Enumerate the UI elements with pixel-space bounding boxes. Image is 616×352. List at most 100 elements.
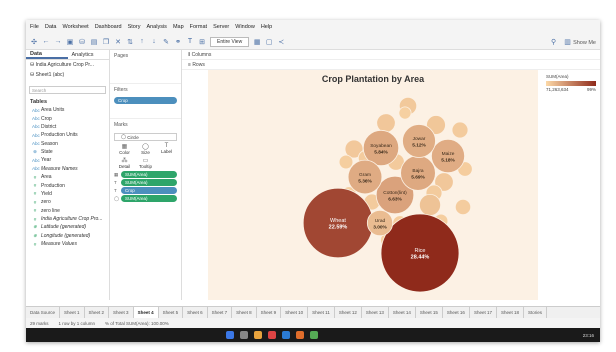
sheet-tab[interactable]: Data Source	[26, 307, 61, 318]
sheet-tab[interactable]: Sheet 17	[470, 307, 497, 318]
field-item[interactable]: Abc Season	[26, 140, 109, 148]
columns-shelf[interactable]: ⦀ Columns	[182, 50, 600, 60]
datasource-item[interactable]: ⛁ Sheet1 (abc)	[26, 70, 109, 80]
menu-item-data[interactable]: Data	[45, 24, 57, 30]
presentation-icon[interactable]: ▢	[265, 38, 273, 46]
field-item[interactable]: ⊕ State	[26, 148, 109, 156]
field-item[interactable]: ⊕ Longitude (generated)	[26, 232, 109, 240]
tableau-taskbar-icon[interactable]	[296, 331, 304, 339]
tab-data[interactable]: Data	[26, 50, 68, 59]
sheet-tab[interactable]: Sheet 11	[308, 307, 335, 318]
mark-color-button[interactable]: ▦ Color	[114, 143, 135, 155]
save-icon[interactable]: ▣	[66, 38, 74, 46]
field-search-input[interactable]: Search	[29, 86, 106, 94]
menu-item-map[interactable]: Map	[173, 24, 184, 30]
sheet-tab[interactable]: Sheet 5	[159, 307, 184, 318]
field-item[interactable]: # Production	[26, 181, 109, 189]
field-item[interactable]: # zero	[26, 198, 109, 206]
duplicate-icon[interactable]: ❐	[102, 38, 110, 46]
mark-type-select[interactable]: ◯ Circle	[114, 133, 177, 141]
sheet-tab[interactable]: Sheet 7	[208, 307, 233, 318]
mark-label-button[interactable]: T Label	[156, 143, 177, 155]
swap-icon[interactable]: ⇅	[126, 38, 134, 46]
field-item[interactable]: Abc Production Units	[26, 131, 109, 139]
cards-icon[interactable]: ▦	[253, 38, 261, 46]
mark-pill[interactable]: SUM(Area)	[121, 179, 177, 186]
mark-pill[interactable]: Crop	[121, 187, 177, 194]
labels-icon[interactable]: T	[186, 38, 194, 45]
field-item[interactable]: Abc District	[26, 123, 109, 131]
field-item[interactable]: # zero line	[26, 207, 109, 215]
sheet-tab[interactable]: Sheet 2	[85, 307, 110, 318]
sheet-tab[interactable]: Stories	[524, 307, 547, 318]
field-item[interactable]: Abc Area Units	[26, 106, 109, 114]
view-size-select[interactable]: Entire View	[210, 36, 250, 47]
new-datasource-icon[interactable]: ⛁	[78, 38, 86, 46]
menu-item-analysis[interactable]: Analysis	[146, 24, 166, 30]
filters-drop-zone[interactable]	[110, 105, 181, 119]
field-item[interactable]: ⊕ Latitude (generated)	[26, 223, 109, 231]
sort-desc-icon[interactable]: ↓	[150, 38, 158, 45]
sheet-tab[interactable]: Sheet 15	[416, 307, 443, 318]
sheet-tab[interactable]: Sheet 10	[281, 307, 309, 318]
sort-asc-icon[interactable]: ↑	[138, 38, 146, 45]
clear-icon[interactable]: ✕	[114, 38, 122, 46]
field-item[interactable]: # Yield	[26, 190, 109, 198]
sheet-tab[interactable]: Sheet 14	[389, 307, 416, 318]
menu-item-dashboard[interactable]: Dashboard	[95, 24, 122, 30]
group-icon[interactable]: ⚭	[174, 38, 182, 46]
sheet-tab[interactable]: Sheet 6	[183, 307, 208, 318]
mark-tooltip-button[interactable]: ▭ Tooltip	[135, 157, 156, 169]
filter-pill-crop[interactable]: Crop	[114, 97, 177, 104]
sheet-tab[interactable]: Sheet 3	[109, 307, 134, 318]
sheet-tab[interactable]: Sheet 9	[257, 307, 282, 318]
mark-pill[interactable]: SUM(Area)	[121, 171, 177, 178]
mark-detail-button[interactable]: ⁂ Detail	[114, 157, 135, 169]
menu-item-format[interactable]: Format	[190, 24, 207, 30]
sheet-tab[interactable]: Sheet 4	[133, 307, 159, 318]
sheet-tab[interactable]: Sheet 16	[443, 307, 470, 318]
mail-icon[interactable]	[282, 331, 290, 339]
browser-icon[interactable]	[268, 331, 276, 339]
field-item[interactable]: Abc Measure Names	[26, 165, 109, 173]
bubble-other[interactable]	[454, 198, 472, 216]
show-me-button[interactable]: ▥ Show Me	[564, 38, 596, 46]
menu-item-server[interactable]: Server	[213, 24, 229, 30]
field-item[interactable]: # Area	[26, 173, 109, 181]
field-item[interactable]: # Measure Values	[26, 240, 109, 248]
forward-arrow-icon[interactable]: →	[54, 38, 62, 45]
start-icon[interactable]	[226, 331, 234, 339]
field-item[interactable]: # India Agriculture Crop Pro...	[26, 215, 109, 223]
bubble-other[interactable]	[418, 194, 441, 217]
sheet-tab[interactable]: Sheet 1	[60, 307, 85, 318]
bubble-other[interactable]	[398, 106, 412, 120]
field-item[interactable]: Abc Year	[26, 156, 109, 164]
fix-axes-icon[interactable]: ⊞	[198, 38, 206, 46]
menu-item-story[interactable]: Story	[128, 24, 141, 30]
datasource-item[interactable]: ⛁ India Agriculture Crop Pr...	[26, 60, 109, 70]
rows-shelf[interactable]: ≡ Rows	[182, 60, 600, 70]
pages-drop-zone[interactable]	[110, 62, 181, 84]
new-sheet-icon[interactable]: ▤	[90, 38, 98, 46]
pin-icon[interactable]: ⚲	[550, 38, 558, 46]
bubble-other[interactable]	[451, 121, 469, 139]
share-icon[interactable]: ≺	[277, 38, 285, 46]
bubble-other[interactable]	[376, 113, 396, 133]
bubble-other[interactable]	[338, 154, 354, 170]
menu-item-window[interactable]: Window	[235, 24, 255, 30]
sheet-tab[interactable]: Sheet 8	[232, 307, 257, 318]
back-arrow-icon[interactable]: ←	[42, 38, 50, 45]
highlight-icon[interactable]: ✎	[162, 38, 170, 46]
sheet-tab[interactable]: Sheet 18	[497, 307, 524, 318]
sheet-tab[interactable]: Sheet 12	[335, 307, 362, 318]
sheet-tab[interactable]: Sheet 13	[362, 307, 389, 318]
folder-icon[interactable]	[254, 331, 262, 339]
menu-item-help[interactable]: Help	[261, 24, 272, 30]
mark-pill[interactable]: SUM(Area)	[121, 195, 177, 202]
tab-analytics[interactable]: Analytics	[68, 50, 110, 59]
menu-item-worksheet[interactable]: Worksheet	[63, 24, 89, 30]
mark-size-button[interactable]: ◯ Size	[135, 143, 156, 155]
search-icon[interactable]	[240, 331, 248, 339]
menu-item-file[interactable]: File	[30, 24, 39, 30]
field-item[interactable]: Abc Crop	[26, 114, 109, 122]
